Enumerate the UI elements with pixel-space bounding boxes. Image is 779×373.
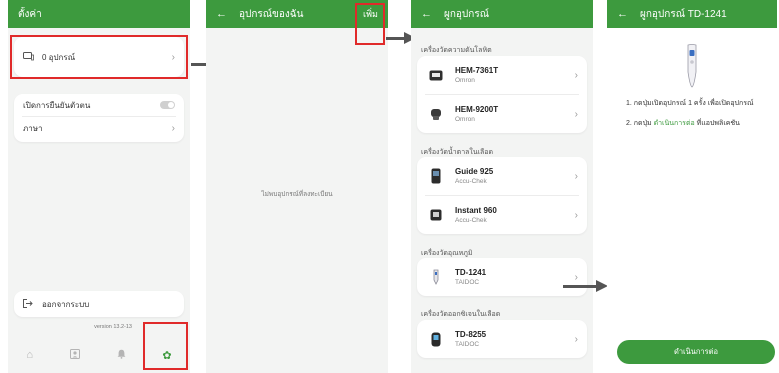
instruction-step-2: 2. กดปุ่ม ดำเนินการต่อ ที่แอปพลิเคชัน: [626, 118, 740, 129]
chevron-right-icon: ›: [574, 333, 578, 345]
device-name: TD-8255: [455, 330, 487, 339]
arrow-shaft: [386, 37, 406, 40]
page-title: อุปกรณ์ของฉัน: [239, 8, 304, 20]
instruction-step-1: 1. กดปุ่มเปิดอุปกรณ์ 1 ครั้ง เพื่อเปิดอุ…: [626, 100, 754, 107]
page-title: ตั้งค่า: [18, 8, 42, 20]
device-row-guide-925[interactable]: Guide 925 Accu-Chek ›: [417, 157, 587, 195]
pair-td1241-screen: ← ผูกอุปกรณ์ TD-1241 1. กดปุ่มเปิดอุปกรณ…: [607, 0, 777, 373]
device-row-td-1241[interactable]: TD-1241 TAIDOC ›: [417, 258, 587, 296]
step2-suffix: ที่แอปพลิเคชัน: [694, 120, 740, 127]
device-name: HEM-7361T: [455, 66, 499, 75]
device-row-td-8255[interactable]: TD-8255 TAIDOC ›: [417, 320, 587, 358]
blood-pressure-card: HEM-7361T Omron › HEM-9200T Omron ›: [417, 56, 587, 133]
pair-td1241-header: ← ผูกอุปกรณ์ TD-1241: [607, 0, 777, 28]
profile-icon[interactable]: [69, 348, 80, 362]
section-label-oximeter: เครื่องวัดออกซิเจนในเลือด: [421, 311, 501, 318]
device-row-instant-960[interactable]: Instant 960 Accu-Chek ›: [417, 196, 587, 234]
my-devices-screen: ← อุปกรณ์ของฉัน เพิ่ม ไม่พบอุปกรณ์ที่ลงท…: [206, 0, 388, 373]
glucose-meter-icon: [426, 205, 446, 225]
device-name: TD-1241: [455, 268, 487, 277]
bell-icon[interactable]: [117, 349, 126, 362]
highlight-settings-tab: [143, 322, 188, 370]
thermometer-image: [684, 44, 700, 88]
logout-card[interactable]: ออกจากระบบ: [14, 291, 184, 317]
arrow-shaft: [563, 285, 597, 288]
device-brand: TAIDOC: [455, 341, 480, 348]
device-row-hem-9200t[interactable]: HEM-9200T Omron ›: [417, 95, 587, 133]
thermometer-icon: [426, 267, 446, 287]
device-name: Instant 960: [455, 206, 497, 215]
device-brand: Omron: [455, 77, 475, 84]
language-row[interactable]: ภาษา ›: [14, 117, 184, 139]
pair-device-header: ← ผูกอุปกรณ์: [411, 0, 593, 28]
chevron-right-icon: ›: [171, 122, 175, 134]
highlight-add-button: [355, 3, 385, 45]
device-row-hem-7361t[interactable]: HEM-7361T Omron ›: [417, 56, 587, 94]
chevron-right-icon: ›: [574, 69, 578, 81]
step2-highlight: ดำเนินการต่อ: [653, 120, 695, 127]
back-arrow-icon[interactable]: ←: [216, 8, 227, 20]
highlight-devices-row: [10, 35, 188, 79]
biometric-label: เปิดการยืนยันตัวตน: [23, 100, 91, 110]
device-name: HEM-9200T: [455, 105, 499, 114]
blood-pressure-monitor-icon: [426, 65, 446, 85]
settings-header: ตั้งค่า: [8, 0, 190, 28]
logout-label: ออกจากระบบ: [42, 299, 90, 309]
logout-row[interactable]: ออกจากระบบ: [14, 291, 184, 317]
device-brand: Omron: [455, 116, 475, 123]
language-label: ภาษา: [23, 123, 43, 133]
pair-device-screen: ← ผูกอุปกรณ์ เครื่องวัดความดันโลหิต HEM-…: [411, 0, 593, 373]
blood-glucose-card: Guide 925 Accu-Chek › Instant 960 Accu-Che…: [417, 157, 587, 234]
device-brand: TAIDOC: [455, 279, 480, 286]
biometric-row: เปิดการยืนยันตัวตน: [14, 94, 184, 116]
preferences-card: เปิดการยืนยันตัวตน ภาษา ›: [14, 94, 184, 142]
page-title: ผูกอุปกรณ์ TD-1241: [640, 8, 727, 20]
home-icon[interactable]: ⌂: [26, 349, 33, 361]
chevron-right-icon: ›: [574, 170, 578, 182]
biometric-toggle[interactable]: [160, 101, 175, 109]
thermometer-card: TD-1241 TAIDOC ›: [417, 258, 587, 296]
back-arrow-icon[interactable]: ←: [421, 8, 432, 20]
wrist-monitor-icon: [426, 104, 446, 124]
step2-prefix: 2. กดปุ่ม: [626, 120, 654, 127]
device-brand: Accu-Chek: [455, 178, 487, 185]
device-name: Guide 925: [455, 167, 494, 176]
page-title: ผูกอุปกรณ์: [444, 8, 489, 20]
glucose-meter-icon: [426, 166, 446, 186]
chevron-right-icon: ›: [574, 108, 578, 120]
pulse-oximeter-icon: [426, 329, 446, 349]
continue-button-label: ดำเนินการต่อ: [673, 347, 719, 356]
oximeter-card: TD-8255 TAIDOC ›: [417, 320, 587, 358]
device-brand: Accu-Chek: [455, 217, 487, 224]
logout-icon: [23, 298, 33, 310]
continue-button[interactable]: ดำเนินการต่อ: [617, 340, 775, 364]
empty-state-text: ไม่พบอุปกรณ์ที่ลงทะเบียน: [261, 191, 333, 198]
chevron-right-icon: ›: [574, 271, 578, 283]
section-label-blood-pressure: เครื่องวัดความดันโลหิต: [421, 47, 492, 54]
back-arrow-icon[interactable]: ←: [617, 8, 628, 20]
chevron-right-icon: ›: [574, 209, 578, 221]
